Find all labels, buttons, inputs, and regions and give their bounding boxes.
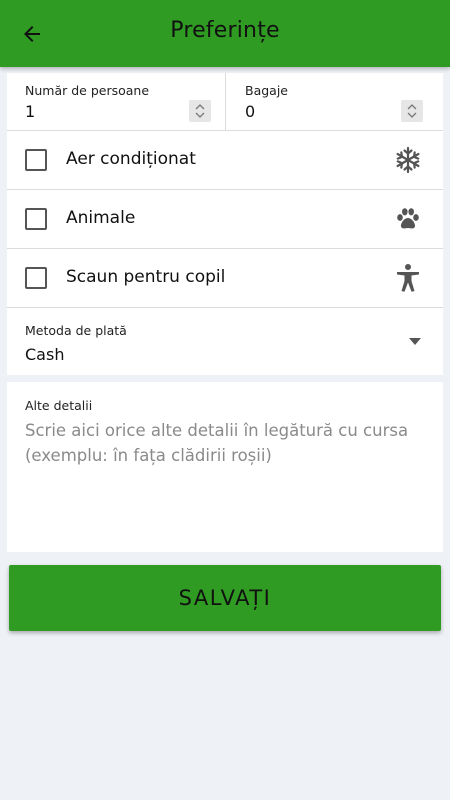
option-child-seat[interactable]: Scaun pentru copil [7, 249, 443, 308]
save-button[interactable]: SALVAȚI [9, 565, 441, 631]
payment-label: Metoda de plată [25, 323, 127, 338]
option-air-conditioning[interactable]: Aer condiționat [7, 131, 443, 190]
preferences-card: Număr de persoane 1 Bagaje 0 Aer condiți… [7, 73, 443, 375]
air-conditioning-checkbox[interactable] [25, 149, 47, 171]
save-button-label: SALVAȚI [178, 586, 272, 610]
details-label: Alte detalii [25, 398, 93, 413]
snowflake-icon [393, 145, 423, 175]
dropdown-caret-icon[interactable] [409, 338, 421, 345]
app-bar: Preferințe [0, 0, 450, 67]
details-card: Alte detalii [7, 382, 443, 552]
accessibility-person-icon [393, 263, 423, 293]
child-seat-checkbox[interactable] [25, 267, 47, 289]
persons-label: Număr de persoane [25, 83, 150, 98]
stepper-arrows-icon [195, 104, 205, 118]
counts-row: Număr de persoane 1 Bagaje 0 [7, 73, 443, 131]
details-textarea[interactable] [25, 418, 425, 538]
persons-field[interactable]: Număr de persoane 1 [7, 73, 226, 130]
option-label: Scaun pentru copil [66, 267, 226, 287]
animals-checkbox[interactable] [25, 208, 47, 230]
luggage-stepper[interactable] [401, 100, 423, 122]
option-label: Aer condiționat [66, 149, 196, 169]
persons-value[interactable]: 1 [25, 102, 35, 121]
luggage-label: Bagaje [245, 83, 288, 98]
option-animals[interactable]: Animale [7, 190, 443, 249]
payment-method-select[interactable]: Metoda de plată Cash [7, 308, 443, 375]
luggage-field[interactable]: Bagaje 0 [226, 73, 443, 130]
option-label: Animale [66, 208, 136, 228]
payment-value[interactable]: Cash [25, 345, 64, 364]
stepper-arrows-icon [407, 104, 417, 118]
page-title: Preferințe [170, 18, 280, 43]
luggage-value[interactable]: 0 [245, 102, 255, 121]
persons-stepper[interactable] [189, 100, 211, 122]
paw-icon [393, 204, 423, 234]
